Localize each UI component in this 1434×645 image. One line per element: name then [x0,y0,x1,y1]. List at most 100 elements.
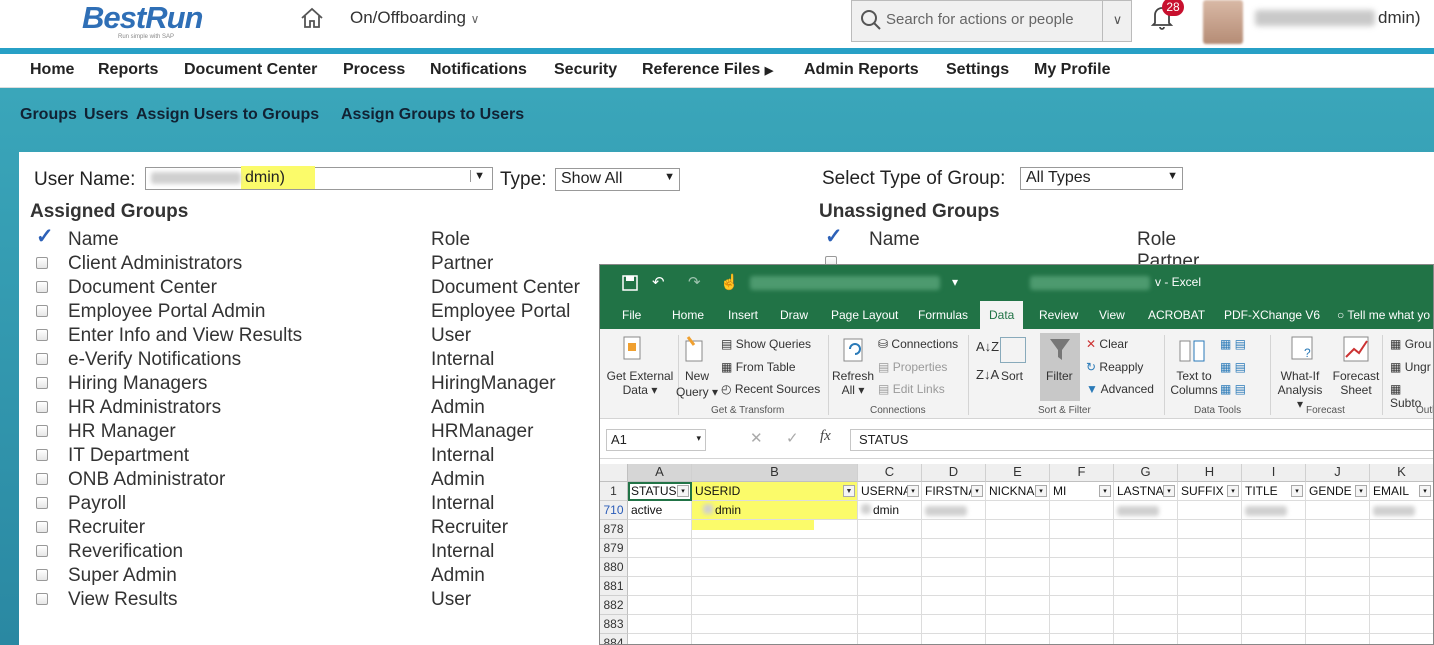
tab-file[interactable]: File [622,308,641,322]
tab-home[interactable]: Home [672,308,704,322]
search-input[interactable]: Search for actions or people [886,11,1074,28]
nav-admin-reports[interactable]: Admin Reports [804,61,919,79]
row-checkbox[interactable] [36,281,48,293]
column-header[interactable]: C [858,464,922,482]
filter-dropdown-icon[interactable]: ▾ [1035,485,1047,497]
data-cell[interactable]: dmin [692,501,858,520]
empty-cell[interactable] [1306,615,1370,634]
empty-cell[interactable] [1178,634,1242,644]
data-cell[interactable] [1306,501,1370,520]
row-checkbox[interactable] [36,497,48,509]
tab-view[interactable]: View [1099,308,1125,322]
row-header[interactable]: 710 [600,501,628,520]
cancel-icon[interactable]: ✕ [750,429,763,447]
header-cell[interactable]: NICKNA ▾ [986,482,1050,501]
redo-icon[interactable]: ↷ [688,273,701,291]
header-cell[interactable]: TITLE ▾ [1242,482,1306,501]
nav-settings[interactable]: Settings [946,61,1009,79]
column-header[interactable]: A [628,464,692,482]
data-cell[interactable] [1178,501,1242,520]
insert-function-icon[interactable]: fx [820,428,831,445]
flash-fill-icon[interactable]: ▦ ▤ [1220,337,1246,351]
get-external-data-button[interactable]: Get External Data ▾ [604,369,676,397]
type-select[interactable]: Show All ▼ [555,168,680,191]
empty-cell[interactable] [628,520,692,539]
empty-cell[interactable] [1242,596,1306,615]
row-header[interactable]: 879 [600,539,628,558]
group-type-select[interactable]: All Types ▼ [1020,167,1183,190]
empty-cell[interactable] [922,558,986,577]
subnav-assign-groups-to-users[interactable]: Assign Groups to Users [341,106,524,124]
nav-process[interactable]: Process [343,61,405,79]
empty-cell[interactable] [692,539,858,558]
empty-cell[interactable] [1242,615,1306,634]
tab-data[interactable]: Data [980,301,1024,329]
empty-cell[interactable] [1050,558,1114,577]
header-cell[interactable]: GENDE ▾ [1306,482,1370,501]
empty-cell[interactable] [1370,520,1433,539]
nav-notifications[interactable]: Notifications [430,61,527,79]
formula-input[interactable]: STATUS [850,429,1433,451]
row-checkbox[interactable] [36,377,48,389]
nav-reports[interactable]: Reports [98,61,158,79]
new-query-button[interactable]: New [682,369,712,383]
empty-cell[interactable] [1114,577,1178,596]
tab-draw[interactable]: Draw [780,308,808,322]
row-checkbox[interactable] [36,569,48,581]
empty-cell[interactable] [692,615,858,634]
edit-links-button[interactable]: ▤ Edit Links [878,382,945,396]
nav-document-center[interactable]: Document Center [184,61,317,79]
empty-cell[interactable] [1242,539,1306,558]
empty-cell[interactable] [1306,520,1370,539]
empty-cell[interactable] [922,577,986,596]
sort-za-icon[interactable]: Z↓A [976,367,999,382]
tab-insert[interactable]: Insert [728,308,758,322]
data-validation-icon[interactable]: ▦ ▤ [1220,382,1246,396]
home-icon[interactable] [299,7,325,29]
column-header[interactable]: F [1050,464,1114,482]
tab-pdf-xchange[interactable]: PDF-XChange V6 [1224,308,1320,322]
row-header[interactable]: 1 [600,482,628,501]
header-cell[interactable]: USERID ▼ [692,482,858,501]
refresh-all-button[interactable]: Refresh All ▾ [832,369,874,397]
forecast-sheet-button[interactable]: Forecast Sheet [1330,369,1382,397]
empty-cell[interactable] [628,596,692,615]
data-cell[interactable] [922,501,986,520]
header-cell[interactable]: STATUS ▾ [628,482,692,501]
empty-cell[interactable] [1114,634,1178,644]
recent-sources-button[interactable]: ◴ Recent Sources [721,382,820,396]
empty-cell[interactable] [1178,558,1242,577]
empty-cell[interactable] [1114,615,1178,634]
empty-cell[interactable] [858,615,922,634]
tab-page-layout[interactable]: Page Layout [831,308,898,322]
empty-cell[interactable] [922,539,986,558]
header-cell[interactable]: USERNA ▾ [858,482,922,501]
row-header[interactable]: 880 [600,558,628,577]
column-header[interactable]: D [922,464,986,482]
header-cell[interactable]: LASTNA ▾ [1114,482,1178,501]
name-box[interactable]: A1 ▾ [606,429,706,451]
tab-acrobat[interactable]: ACROBAT [1148,308,1205,322]
row-checkbox[interactable] [36,449,48,461]
header-cell[interactable]: FIRSTNA ▾ [922,482,986,501]
header-cell[interactable]: SUFFIX ▾ [1178,482,1242,501]
data-cell[interactable] [1242,501,1306,520]
row-checkbox[interactable] [36,593,48,605]
search-dropdown-button[interactable]: ∨ [1102,1,1132,41]
empty-cell[interactable] [986,615,1050,634]
empty-cell[interactable] [1370,634,1433,644]
query-button[interactable]: Query ▾ [676,385,718,399]
nav-security[interactable]: Security [554,61,617,79]
row-checkbox[interactable] [36,257,48,269]
row-checkbox[interactable] [36,545,48,557]
subnav-assign-users-to-groups[interactable]: Assign Users to Groups [136,106,319,124]
filter-dropdown-icon[interactable]: ▾ [971,485,983,497]
column-header[interactable]: G [1114,464,1178,482]
empty-cell[interactable] [1306,539,1370,558]
nav-home[interactable]: Home [30,61,74,79]
data-cell[interactable] [1114,501,1178,520]
filter-dropdown-icon[interactable]: ▾ [1099,485,1111,497]
empty-cell[interactable] [628,577,692,596]
user-name[interactable]: dmin) [1378,8,1421,28]
sort-button[interactable]: Sort [1001,369,1023,383]
